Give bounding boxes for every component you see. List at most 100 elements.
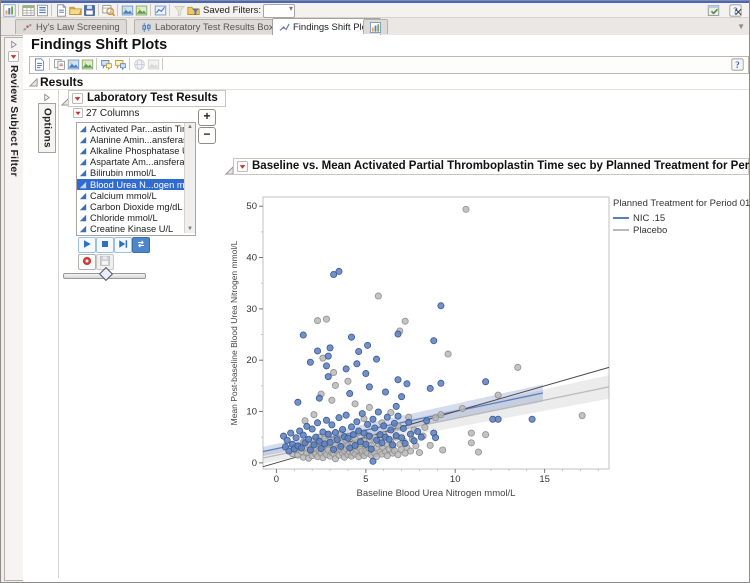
play-button[interactable] [78,237,96,253]
tab-overflow-icon[interactable]: ▼ [737,22,745,31]
data-point-placebo[interactable] [579,413,585,419]
data-point-placebo[interactable] [366,404,372,410]
data-point-nic-15[interactable] [529,416,535,422]
record-button[interactable] [78,254,96,270]
data-table-icon[interactable] [22,4,35,17]
loop-button[interactable] [132,237,150,253]
toolbar-help-icon[interactable]: ? [731,58,744,71]
data-point-placebo[interactable] [483,432,489,438]
copy-report-icon[interactable] [53,58,66,71]
new-report-icon[interactable] [55,4,68,17]
list-item-activated-par-astin-time-sec[interactable]: Activated Par...astin Time sec [77,123,195,134]
copy-picture-icon[interactable] [121,4,134,17]
data-point-placebo[interactable] [468,430,474,436]
stop-button[interactable] [96,237,114,253]
data-point-placebo[interactable] [332,382,338,388]
data-point-nic-15[interactable] [365,421,371,427]
legend-entry-nic-15[interactable]: NIC .15 [613,212,750,224]
data-point-nic-15[interactable] [354,361,360,367]
data-point-nic-15[interactable] [356,348,362,354]
lab-results-menu-icon[interactable] [72,93,83,104]
data-point-nic-15[interactable] [391,420,397,426]
expand-options-icon[interactable] [42,93,51,102]
data-point-nic-15[interactable] [372,425,378,431]
journal-icon[interactable] [36,4,49,17]
data-point-nic-15[interactable] [348,334,354,340]
data-point-nic-15[interactable] [359,410,365,416]
data-point-nic-15[interactable] [347,390,353,396]
data-point-nic-15[interactable] [329,422,335,428]
close-icon[interactable]: ✕ [734,6,743,19]
data-point-placebo[interactable] [329,397,335,403]
data-point-nic-15[interactable] [314,420,320,426]
data-point-nic-15[interactable] [343,412,349,418]
data-point-nic-15[interactable] [336,415,342,421]
data-point-placebo[interactable] [475,449,481,455]
columns-menu-icon[interactable] [73,108,83,118]
list-scrollbar[interactable]: ▲ ▼ [184,123,195,233]
list-item-chloride-mmol-l[interactable]: Chloride mmol/L [77,213,195,224]
data-point-nic-15[interactable] [404,381,410,387]
step-button[interactable] [114,237,132,253]
data-point-placebo[interactable] [416,449,422,455]
data-point-nic-15[interactable] [314,348,320,354]
data-point-nic-15[interactable] [432,435,438,441]
annotate-icon[interactable] [100,58,113,71]
tab-graph-builder[interactable] [363,19,388,34]
data-point-nic-15[interactable] [388,427,394,433]
data-point-nic-15[interactable] [363,441,369,447]
data-point-nic-15[interactable] [338,443,344,449]
graph-picture-icon[interactable] [154,4,167,17]
data-point-nic-15[interactable] [339,426,345,432]
list-item-carbon-dioxide-mg-dl[interactable]: Carbon Dioxide mg/dL [77,201,195,212]
data-point-nic-15[interactable] [424,418,430,424]
data-point-placebo[interactable] [422,424,428,430]
filter-menu-icon[interactable] [8,51,19,62]
data-point-nic-15[interactable] [348,424,354,430]
data-point-nic-15[interactable] [495,416,501,422]
data-point-nic-15[interactable] [379,440,385,446]
options-tab[interactable]: Options [38,103,56,153]
list-item-bilirubin-mmol-l[interactable]: Bilirubin mmol/L [77,168,195,179]
data-point-nic-15[interactable] [307,359,313,365]
data-point-nic-15[interactable] [398,435,404,441]
data-point-nic-15[interactable] [438,380,444,386]
data-point-nic-15[interactable] [309,426,315,432]
new-graph-icon[interactable] [3,4,16,17]
expand-filter-icon[interactable] [9,40,18,49]
data-point-nic-15[interactable] [390,442,396,448]
data-point-nic-15[interactable] [323,363,329,369]
data-point-placebo[interactable] [345,378,351,384]
data-point-placebo[interactable] [407,448,413,454]
chart-menu-icon[interactable] [237,161,248,172]
data-point-nic-15[interactable] [418,434,424,440]
list-item-calcium-mmol-l[interactable]: Calcium mmol/L [77,190,195,201]
data-point-nic-15[interactable] [316,395,322,401]
data-point-nic-15[interactable] [373,356,379,362]
data-point-placebo[interactable] [463,206,469,212]
data-point-nic-15[interactable] [288,430,294,436]
data-point-nic-15[interactable] [411,438,417,444]
list-item-aspartate-am-ansferase-u-l[interactable]: Aspartate Am...ansferase U/L [77,157,195,168]
data-point-nic-15[interactable] [327,439,333,445]
data-point-nic-15[interactable] [395,377,401,383]
data-point-placebo[interactable] [311,412,317,418]
data-point-nic-15[interactable] [366,433,372,439]
save-icon[interactable] [83,4,96,17]
list-item-blood-urea-n-ogen-mmol-l[interactable]: Blood Urea N...ogen mmol/L [77,179,195,190]
data-point-nic-15[interactable] [300,332,306,338]
query-icon[interactable] [102,4,115,17]
data-point-nic-15[interactable] [370,458,376,464]
data-point-nic-15[interactable] [415,428,421,434]
data-point-nic-15[interactable] [363,370,369,376]
data-point-nic-15[interactable] [332,429,338,435]
list-item-alanine-amin-ansferase-u-l[interactable]: Alanine Amin...ansferase U/L [77,134,195,145]
data-point-nic-15[interactable] [395,331,401,337]
data-point-placebo[interactable] [459,405,465,411]
list-item-creatine-kinase-u-l[interactable]: Creatine Kinase U/L [77,224,195,235]
data-point-nic-15[interactable] [393,403,399,409]
panel-divider[interactable] [58,90,59,578]
remove-column-button[interactable]: − [198,127,216,144]
data-point-nic-15[interactable] [325,374,331,380]
data-point-nic-15[interactable] [331,446,337,452]
